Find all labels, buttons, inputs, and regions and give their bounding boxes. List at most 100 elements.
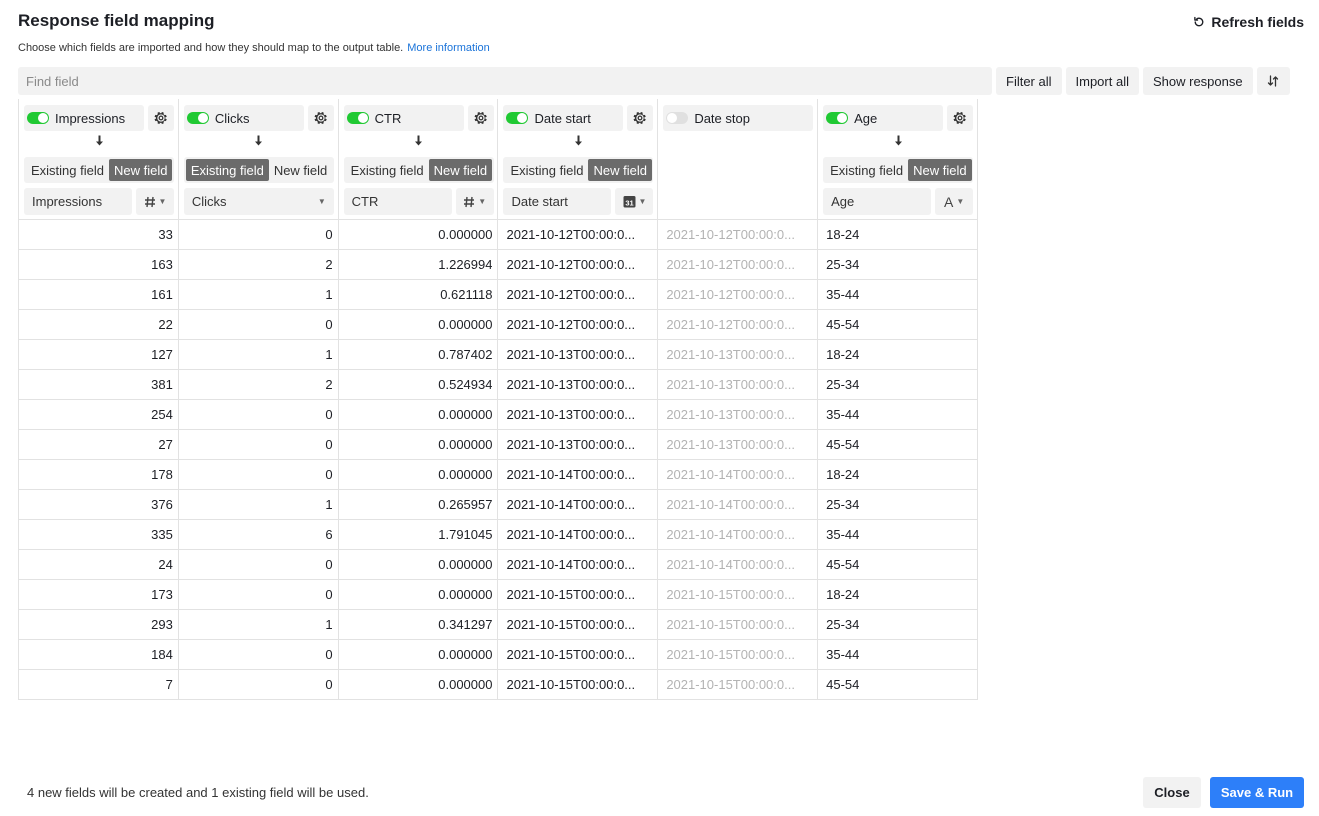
new-field-option[interactable]: New field (269, 159, 332, 181)
new-field-option[interactable]: New field (428, 159, 493, 181)
existing-field-option[interactable]: Existing field (505, 159, 588, 181)
calendar-icon: 31 (623, 196, 636, 208)
existing-field-option[interactable]: Existing field (825, 159, 908, 181)
field-settings-button[interactable] (947, 105, 974, 131)
cell-value: 178 (151, 467, 173, 482)
cell-age: 18-24 (818, 460, 978, 489)
sort-icon (1267, 75, 1279, 87)
import-toggle[interactable] (346, 112, 369, 124)
new-field-option[interactable]: New field (908, 159, 972, 181)
target-field-row: Clicks ▼ (183, 188, 334, 215)
target-field-input[interactable]: Age (823, 188, 932, 215)
filter-all-button[interactable]: Filter all (996, 67, 1062, 95)
cell-age: 25-34 (818, 250, 978, 279)
field-name-pill[interactable]: Date stop (663, 105, 814, 131)
field-type-button[interactable]: ▼ (136, 188, 174, 215)
cell-value: 293 (151, 617, 173, 632)
cell-ctr: 0.000000 (339, 670, 499, 699)
field-type-button[interactable]: A ▼ (935, 188, 974, 215)
gear-icon (953, 111, 966, 125)
field-name-pill[interactable]: CTR (343, 105, 464, 131)
field-name-pill[interactable]: Date start (503, 105, 624, 131)
cell-value: 2021-10-13T00:00:0... (666, 437, 795, 452)
column-header-age: Age Existing field New field Age A ▼ (818, 99, 978, 219)
field-settings-button[interactable] (627, 105, 654, 131)
target-field-input[interactable]: CTR (343, 188, 452, 215)
field-name-pill[interactable]: Clicks (183, 105, 304, 131)
field-name-pill[interactable]: Age (823, 105, 944, 131)
field-type-button[interactable]: 31 ▼ (615, 188, 654, 215)
cell-impressions: 7 (19, 670, 179, 699)
find-field-input[interactable] (18, 67, 992, 95)
cell-clicks: 0 (179, 580, 339, 609)
hash-icon (464, 196, 475, 207)
field-name: Clicks (214, 110, 250, 126)
more-information-link[interactable]: More information (407, 42, 490, 54)
existing-field-option[interactable]: Existing field (185, 159, 269, 181)
gear-icon (474, 111, 487, 125)
import-all-button[interactable]: Import all (1065, 67, 1139, 95)
refresh-fields-button[interactable]: Refresh fields (1193, 14, 1304, 30)
cell-value: 1.791045 (438, 527, 493, 542)
existing-field-option[interactable]: Existing field (26, 159, 109, 181)
close-button[interactable]: Close (1143, 777, 1201, 808)
refresh-fields-label: Refresh fields (1211, 14, 1304, 30)
cell-age: 35-44 (818, 280, 978, 309)
import-toggle[interactable] (666, 112, 689, 124)
save-and-run-button[interactable]: Save & Run (1210, 777, 1304, 808)
import-toggle[interactable] (186, 112, 209, 124)
import-toggle[interactable] (27, 112, 49, 124)
cell-value: 2021-10-15T00:00:0... (506, 587, 636, 602)
cell-age: 45-54 (818, 430, 978, 459)
table-row: 335 6 1.791045 2021-10-14T00:00:0... 2021-10… (19, 520, 978, 550)
cell-clicks: 1 (179, 280, 339, 309)
field-type-button[interactable]: ▼ (455, 188, 494, 215)
cell-value: 0.000000 (438, 677, 493, 692)
cell-ctr: 0.000000 (339, 400, 499, 429)
cell-value: 2021-10-12T00:00:0... (666, 257, 795, 272)
cell-value: 2021-10-12T00:00:0... (506, 287, 636, 302)
target-field-select[interactable]: Clicks ▼ (183, 188, 334, 215)
field-settings-button[interactable] (148, 105, 174, 131)
cell-value: 35-44 (826, 287, 860, 302)
show-response-button[interactable]: Show response (1142, 67, 1253, 95)
cell-value: 2021-10-13T00:00:0... (666, 407, 795, 422)
column-header-date-stop: Date stop (658, 99, 819, 219)
cell-value: 184 (151, 647, 173, 662)
field-settings-button[interactable] (307, 105, 334, 131)
new-field-option[interactable]: New field (108, 159, 173, 181)
cell-value: 2021-10-13T00:00:0... (506, 437, 636, 452)
cell-value: 0.000000 (438, 647, 493, 662)
cell-value: 1.226994 (438, 257, 493, 272)
mapping-mode-selector: Existing field New field (823, 157, 974, 183)
cell-clicks: 0 (179, 670, 339, 699)
cell-ctr: 0.787402 (339, 340, 499, 369)
field-name-pill[interactable]: Impressions (24, 105, 144, 131)
cell-value: 0.787402 (438, 347, 493, 362)
mapping-mode-selector: Existing field New field (183, 157, 334, 183)
table-row: 7 0 0.000000 2021-10-15T00:00:0... 2021-10-1… (19, 670, 978, 700)
cell-value: 6 (325, 527, 333, 542)
import-toggle[interactable] (826, 112, 849, 124)
table-row: 22 0 0.000000 2021-10-12T00:00:0... 2021-10-… (19, 310, 978, 340)
field-header: Date stop (663, 105, 814, 131)
cell-ctr: 0.000000 (339, 640, 499, 669)
cell-age: 35-44 (818, 640, 978, 669)
target-field-input[interactable]: Date start (503, 188, 612, 215)
cell-date-start: 2021-10-15T00:00:0... (498, 670, 659, 699)
new-field-option[interactable]: New field (588, 159, 652, 181)
cell-value: 161 (151, 287, 173, 302)
dialog-subtitle: Choose which fields are imported and how… (18, 42, 490, 54)
import-toggle[interactable] (506, 112, 529, 124)
mapping-mode-selector: Existing field New field (503, 157, 654, 183)
sort-button[interactable] (1256, 67, 1290, 95)
cell-impressions: 33 (19, 220, 179, 249)
cell-age: 18-24 (818, 340, 978, 369)
cell-value: 45-54 (826, 557, 860, 572)
cell-value: 0 (325, 647, 333, 662)
target-field-input[interactable]: Impressions (24, 188, 132, 215)
existing-field-option[interactable]: Existing field (346, 159, 429, 181)
field-settings-button[interactable] (467, 105, 494, 131)
target-field-name: Clicks (191, 194, 227, 209)
cell-date-stop: 2021-10-14T00:00:0... (658, 460, 819, 489)
